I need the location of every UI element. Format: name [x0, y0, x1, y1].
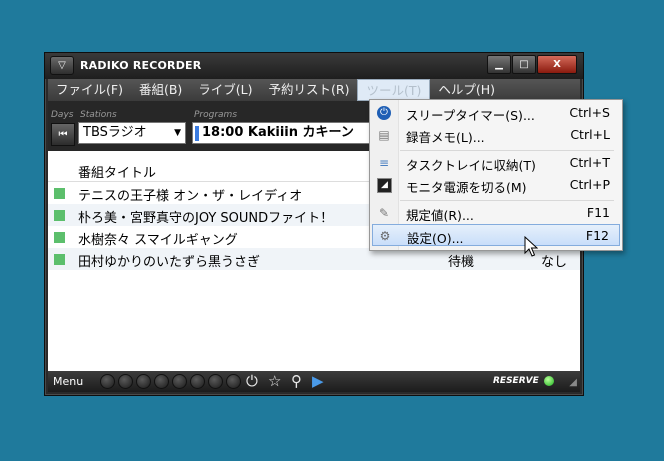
menu-file[interactable]: ファイル(F) [48, 79, 131, 101]
power-icon: ⏻ [377, 106, 391, 120]
slot-indicator[interactable] [208, 374, 223, 389]
reserve-label: RESERVE [493, 376, 539, 386]
dropdown-arrow-icon: ▼ [174, 128, 181, 138]
status-square [54, 254, 65, 265]
system-menu-button[interactable]: ▽ [50, 56, 74, 75]
monitor-icon: ◢ [377, 178, 392, 193]
program-value: 18:00 Kakiiin カキーン [202, 125, 354, 140]
maximize-button[interactable]: □ [512, 55, 536, 74]
menu-help[interactable]: ヘルプ(H) [430, 79, 503, 101]
row-title: 水樹奈々 スマイルギャング [78, 233, 238, 248]
slot-indicator[interactable] [118, 374, 133, 389]
menu-separator [400, 150, 614, 151]
settings-icon: ⚙ [379, 229, 391, 243]
station-select[interactable]: TBSラジオ ▼ [78, 122, 186, 144]
menu-live[interactable]: ライブ(L) [190, 79, 260, 101]
menu-item-monitor-off[interactable]: ◢ モニタ電源を切る(M) Ctrl+P [372, 174, 620, 196]
resize-grip-icon[interactable]: ◢ [569, 377, 577, 388]
slot-indicators [100, 374, 244, 389]
title-bar: ▽ RADIKO RECORDER ▁ □ X [45, 53, 583, 79]
slot-indicator[interactable] [154, 374, 169, 389]
reserve-led [544, 376, 554, 386]
window-controls: ▁ □ X [486, 55, 577, 74]
menu-item-sleep-timer[interactable]: ⏻ スリープタイマー(S)... Ctrl+S [372, 102, 620, 124]
menu-tools[interactable]: ツール(T) [357, 79, 431, 101]
minimize-button[interactable]: ▁ [487, 55, 511, 74]
window-title: RADIKO RECORDER [80, 59, 202, 72]
slot-indicator[interactable] [136, 374, 151, 389]
mouse-cursor-icon [524, 236, 538, 257]
search-icon[interactable]: ⚲ [291, 372, 302, 390]
table-row[interactable]: 田村ゆかりのいたずら黒うさぎ 待機 なし [48, 248, 580, 270]
status-square [54, 188, 65, 199]
slot-indicator[interactable] [190, 374, 205, 389]
row-title: 田村ゆかりのいたずら黒うさぎ [78, 255, 261, 270]
station-value: TBSラジオ [83, 125, 147, 140]
program-marker [195, 126, 199, 141]
tray-icon: ≡ [378, 156, 390, 170]
slot-indicator[interactable] [226, 374, 241, 389]
days-rewind-button[interactable]: ⏮ [51, 123, 75, 146]
programs-label: Programs [194, 110, 238, 120]
row-title: 朴ろ美・宮野真守のJOY SOUNDファイト！ [78, 211, 334, 226]
defaults-icon: ✎ [378, 206, 390, 220]
slot-indicator[interactable] [172, 374, 187, 389]
rewind-icon: ⏮ [58, 129, 68, 140]
star-icon[interactable]: ☆ [268, 372, 281, 390]
status-square [54, 232, 65, 243]
menu-bar: ファイル(F) 番組(B) ライブ(L) 予約リスト(R) ツール(T) ヘルプ… [48, 79, 580, 101]
menu-item-minimize-to-tray[interactable]: ≡ タスクトレイに収納(T) Ctrl+T [372, 152, 620, 174]
row-kind: なし [541, 255, 568, 270]
play-icon[interactable]: ▶ [312, 372, 324, 390]
menu-item-settings[interactable]: ⚙ 設定(O)... F12 [372, 224, 620, 246]
tools-dropdown-menu: ⏻ スリープタイマー(S)... Ctrl+S ▤ 録音メモ(L)... Ctr… [369, 99, 623, 251]
close-button[interactable]: X [537, 55, 577, 74]
menu-item-recording-memo[interactable]: ▤ 録音メモ(L)... Ctrl+L [372, 124, 620, 146]
row-title: テニスの王子様 オン・ザ・レイディオ [78, 189, 303, 204]
menu-separator [400, 200, 614, 201]
power-icon[interactable]: ⏻ [246, 372, 258, 390]
stations-label: Stations [80, 110, 117, 120]
column-title[interactable]: 番組タイトル [78, 162, 156, 181]
memo-icon: ▤ [378, 128, 390, 142]
menu-button[interactable]: Menu [53, 375, 83, 388]
menu-item-defaults[interactable]: ✎ 規定値(R)... F11 [372, 202, 620, 224]
row-status: 待機 [448, 255, 475, 270]
menu-program[interactable]: 番組(B) [131, 79, 190, 101]
menu-reservations[interactable]: 予約リスト(R) [261, 79, 358, 101]
days-label: Days [51, 110, 74, 120]
status-square [54, 210, 65, 221]
bottom-bar: Menu ⏻ ☆ ⚲ ▶ RESERVE ◢ [48, 371, 580, 392]
slot-indicator[interactable] [100, 374, 115, 389]
